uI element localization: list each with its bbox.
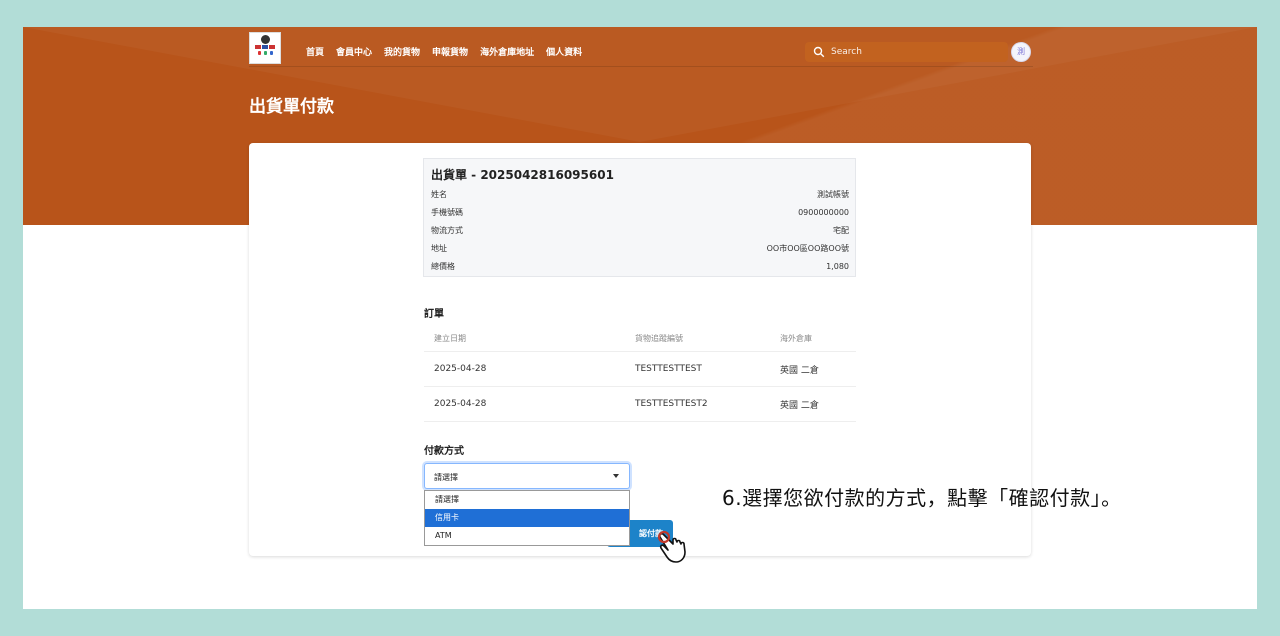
column-header: 貨物追蹤編號	[635, 333, 683, 343]
nav-links: 首頁 會員中心 我的貨物 申報貨物 海外倉庫地址 個人資料	[306, 45, 582, 58]
search-box	[805, 42, 1008, 62]
chevron-down-icon	[613, 474, 619, 478]
cell-date: 2025-04-28	[434, 399, 487, 409]
field-row-address: 地址 OO市OO區OO路OO號	[431, 240, 849, 256]
instruction-annotation: 6.選擇您欲付款的方式，點擊「確認付款」。	[722, 486, 1122, 510]
field-value: 1,080	[826, 261, 849, 271]
payment-method-select[interactable]: 請選擇	[424, 463, 630, 489]
table-row: 2025-04-28 TESTTESTTEST 英國 二倉	[424, 352, 856, 387]
nav-link-declare-goods[interactable]: 申報貨物	[432, 45, 468, 58]
select-value: 請選擇	[434, 473, 458, 482]
field-row-total: 總價格 1,080	[431, 258, 849, 274]
cell-warehouse: 英國 二倉	[780, 400, 819, 411]
cell-tracking: TESTTESTTEST	[635, 364, 702, 374]
search-icon	[813, 46, 825, 58]
shipment-title: 出貨單 - 2025042816095601	[431, 168, 614, 182]
nav-link-member-center[interactable]: 會員中心	[336, 45, 372, 58]
option-atm[interactable]: ATM	[425, 527, 629, 545]
field-label: 手機號碼	[431, 207, 463, 217]
payment-method-title: 付款方式	[424, 446, 464, 457]
field-label: 物流方式	[431, 225, 463, 235]
page-title: 出貨單付款	[249, 97, 334, 117]
nav-link-my-goods[interactable]: 我的貨物	[384, 45, 420, 58]
column-header: 建立日期	[434, 333, 466, 343]
search-input[interactable]	[831, 44, 1001, 60]
field-row-phone: 手機號碼 0900000000	[431, 204, 849, 220]
table-header: 建立日期 貨物追蹤編號 海外倉庫	[424, 325, 856, 352]
column-header: 海外倉庫	[780, 333, 812, 343]
cell-warehouse: 英國 二倉	[780, 365, 819, 376]
payment-method-dropdown: 請選擇 信用卡 ATM	[424, 490, 630, 546]
field-value: 0900000000	[798, 207, 849, 217]
site-logo[interactable]	[249, 32, 281, 64]
table-row: 2025-04-28 TESTTESTTEST2 英國 二倉	[424, 387, 856, 422]
user-avatar[interactable]: 測	[1011, 42, 1031, 62]
pointer-hand-icon	[657, 530, 686, 563]
field-label: 總價格	[431, 261, 455, 271]
field-row-logistics: 物流方式 宅配	[431, 222, 849, 238]
option-credit-card[interactable]: 信用卡	[425, 509, 629, 527]
orders-table: 建立日期 貨物追蹤編號 海外倉庫 2025-04-28 TESTTESTTEST…	[424, 325, 856, 422]
option-placeholder[interactable]: 請選擇	[425, 491, 629, 509]
orders-title: 訂單	[424, 309, 444, 320]
field-label: 地址	[431, 243, 447, 253]
field-value: OO市OO區OO路OO號	[766, 243, 849, 253]
field-row-name: 姓名 測試帳號	[431, 186, 849, 202]
app-frame: 首頁 會員中心 我的貨物 申報貨物 海外倉庫地址 個人資料 測 出貨單付款 出貨…	[23, 27, 1257, 609]
field-label: 姓名	[431, 189, 447, 199]
field-value: 測試帳號	[817, 189, 849, 199]
field-value: 宅配	[833, 225, 849, 235]
bear-logo-icon	[260, 35, 270, 44]
cell-tracking: TESTTESTTEST2	[635, 399, 708, 409]
top-navbar: 首頁 會員中心 我的貨物 申報貨物 海外倉庫地址 個人資料 測	[249, 32, 1033, 67]
nav-link-overseas-warehouse[interactable]: 海外倉庫地址	[480, 45, 534, 58]
nav-link-home[interactable]: 首頁	[306, 45, 324, 58]
cell-date: 2025-04-28	[434, 364, 487, 374]
shipment-summary: 出貨單 - 2025042816095601 姓名 測試帳號 手機號碼 0900…	[423, 158, 856, 277]
nav-link-profile[interactable]: 個人資料	[546, 45, 582, 58]
